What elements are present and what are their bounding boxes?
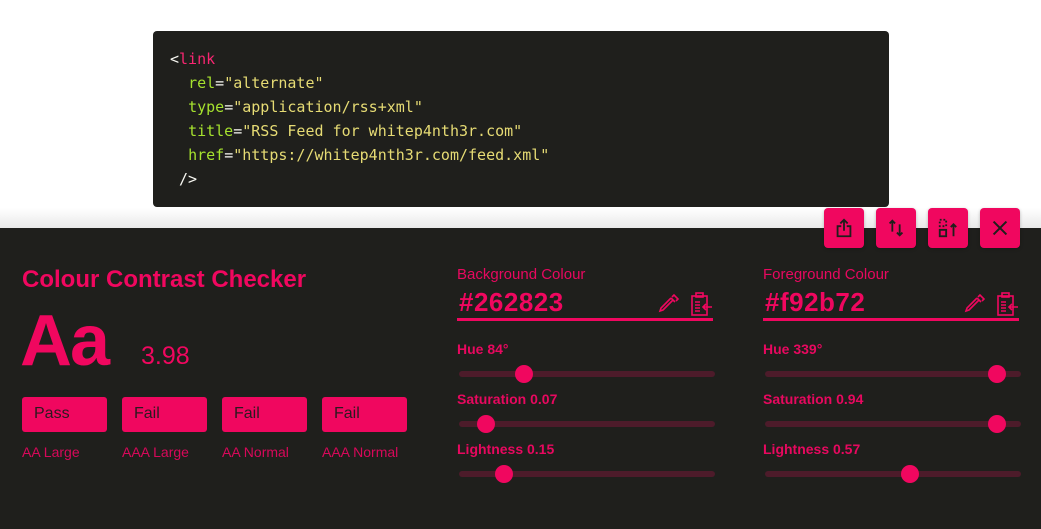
swap-vertical-icon — [888, 219, 904, 237]
move-panel-icon — [938, 218, 957, 238]
slider-track — [765, 471, 1021, 477]
background-colour-label: Background Colour — [457, 266, 586, 283]
foreground-saturation-control: Saturation 0.94 — [763, 391, 1023, 433]
code-line: rel="alternate" — [170, 71, 889, 95]
code-token-attr: rel — [188, 74, 216, 92]
paste-from-clipboard-icon[interactable] — [995, 291, 1019, 317]
background-hue-control: Hue 84° — [457, 341, 717, 383]
code-token-attr: title — [188, 122, 234, 140]
slider-thumb[interactable] — [476, 415, 495, 433]
background-hue-slider[interactable] — [459, 363, 715, 383]
slider-thumb[interactable] — [515, 365, 534, 383]
result-aaa-normal: Fail AAA Normal — [322, 397, 407, 460]
close-button[interactable] — [980, 208, 1020, 248]
slider-thumb[interactable] — [900, 465, 919, 483]
dock-position-button[interactable] — [928, 208, 968, 248]
code-token-str: "application/rss+xml" — [233, 98, 423, 116]
foreground-hex-field — [763, 287, 1019, 321]
background-hex-field — [457, 287, 713, 321]
code-line: title="RSS Feed for whitep4nth3r.com" — [170, 119, 889, 143]
code-token-punct: = — [233, 122, 243, 140]
result-label: AA Large — [22, 444, 80, 460]
export-button[interactable] — [824, 208, 864, 248]
status-badge: Pass — [22, 397, 107, 432]
saturation-label: Saturation 0.94 — [763, 391, 864, 407]
code-token-punct: /> — [170, 170, 198, 188]
foreground-saturation-slider[interactable] — [765, 413, 1021, 433]
status-badge: Fail — [322, 397, 407, 432]
lightness-label: Lightness 0.57 — [763, 441, 861, 457]
sample-text-preview: Aa — [20, 301, 110, 381]
slider-track — [765, 371, 1021, 377]
code-line: href="https://whitep4nth3r.com/feed.xml" — [170, 143, 889, 167]
foreground-hex-input[interactable] — [763, 287, 943, 318]
result-aaa-large: Fail AAA Large — [122, 397, 207, 460]
code-token-punct: = — [224, 146, 234, 164]
background-colour-section: Background Colour Hue 84° Saturation 0.0… — [457, 266, 717, 483]
eyedropper-icon[interactable] — [963, 291, 987, 317]
slider-track — [459, 421, 715, 427]
status-badge: Fail — [222, 397, 307, 432]
code-token-punct: = — [215, 74, 225, 92]
code-token-str: "RSS Feed for whitep4nth3r.com" — [242, 122, 523, 140]
foreground-lightness-slider[interactable] — [765, 463, 1021, 483]
code-token-punct — [170, 74, 188, 92]
foreground-lightness-control: Lightness 0.57 — [763, 441, 1023, 483]
result-label: AAA Normal — [322, 444, 399, 460]
panel-title: Colour Contrast Checker — [22, 266, 307, 293]
hue-label: Hue 84° — [457, 341, 509, 357]
paste-from-clipboard-icon[interactable] — [689, 291, 713, 317]
code-token-punct: = — [224, 98, 234, 116]
foreground-colour-label: Foreground Colour — [763, 266, 889, 283]
background-lightness-slider[interactable] — [459, 463, 715, 483]
foreground-hue-slider[interactable] — [765, 363, 1021, 383]
code-line: type="application/rss+xml" — [170, 95, 889, 119]
code-line: <link — [170, 47, 889, 71]
code-token-tag: link — [179, 50, 216, 68]
contrast-ratio: 3.98 — [141, 342, 190, 370]
slider-thumb[interactable] — [988, 365, 1007, 383]
slider-thumb[interactable] — [987, 415, 1006, 433]
foreground-colour-section: Foreground Colour Hue 339° Saturation 0.… — [763, 266, 1023, 483]
compliance-results: Pass AA Large Fail AAA Large Fail AA Nor… — [22, 397, 407, 460]
code-token-str: "https://whitep4nth3r.com/feed.xml" — [233, 146, 550, 164]
code-block: <link rel="alternate" type="application/… — [153, 31, 889, 207]
code-line: /> — [170, 167, 889, 191]
background-lightness-control: Lightness 0.15 — [457, 441, 717, 483]
code-token-str: "alternate" — [224, 74, 324, 92]
close-icon — [992, 220, 1008, 236]
result-label: AAA Large — [122, 444, 189, 460]
background-saturation-control: Saturation 0.07 — [457, 391, 717, 433]
lightness-label: Lightness 0.15 — [457, 441, 555, 457]
code-token-punct — [170, 122, 188, 140]
swap-colours-button[interactable] — [876, 208, 916, 248]
code-token-attr: type — [188, 98, 225, 116]
slider-track — [459, 371, 715, 377]
result-aa-normal: Fail AA Normal — [222, 397, 307, 460]
share-icon — [836, 218, 852, 238]
code-token-punct — [170, 146, 188, 164]
panel-toolbar — [824, 208, 1020, 248]
code-token-punct: < — [170, 50, 180, 68]
background-saturation-slider[interactable] — [459, 413, 715, 433]
code-token-attr: href — [188, 146, 225, 164]
slider-track — [765, 421, 1021, 427]
background-hex-input[interactable] — [457, 287, 637, 318]
foreground-hue-control: Hue 339° — [763, 341, 1023, 383]
eyedropper-icon[interactable] — [657, 291, 681, 317]
result-aa-large: Pass AA Large — [22, 397, 107, 460]
saturation-label: Saturation 0.07 — [457, 391, 558, 407]
slider-thumb[interactable] — [495, 465, 514, 483]
hue-label: Hue 339° — [763, 341, 823, 357]
status-badge: Fail — [122, 397, 207, 432]
result-label: AA Normal — [222, 444, 289, 460]
code-token-punct — [170, 98, 188, 116]
